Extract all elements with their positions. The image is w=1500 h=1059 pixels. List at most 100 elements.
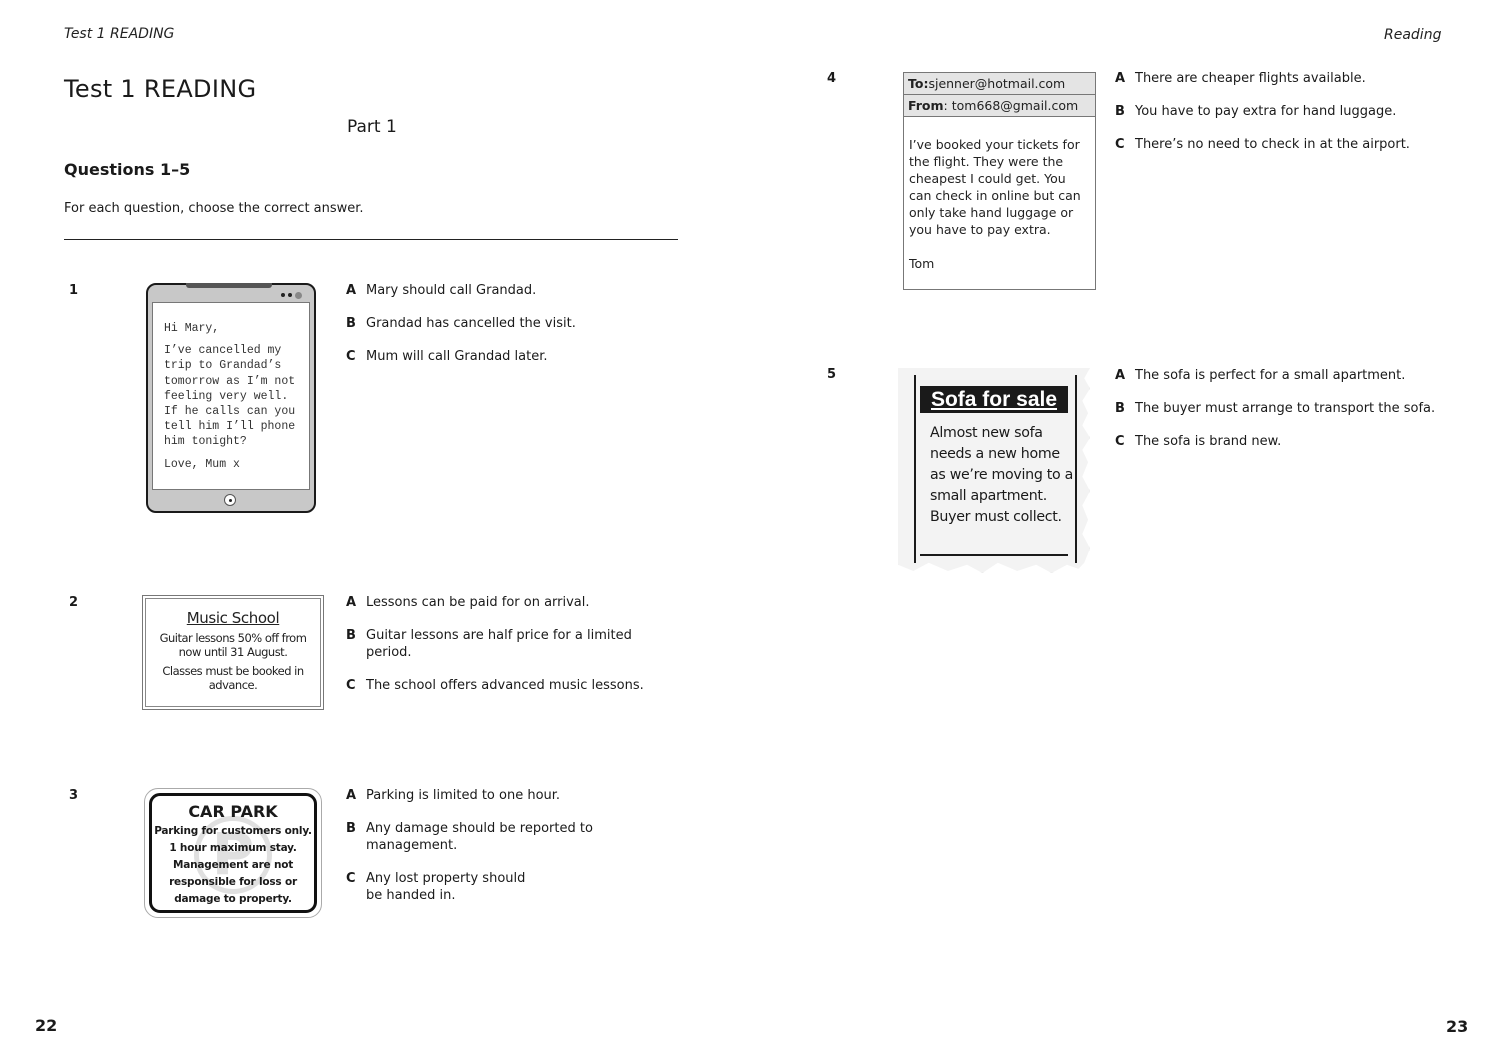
option-letter: A: [1115, 71, 1126, 86]
option-letter: A: [346, 283, 357, 298]
option-letter: C: [346, 349, 356, 364]
phone-screen: Hi Mary, I’ve cancelled my trip to Grand…: [152, 302, 310, 490]
email-from-address: : tom668@gmail.com: [943, 98, 1079, 113]
ad-border-left: [914, 375, 916, 563]
question-number-4: 4: [827, 71, 837, 86]
phone-dot-icon: [281, 293, 285, 297]
option-1c[interactable]: C Mum will call Grandad later.: [346, 348, 676, 365]
sign-line: responsible for loss or: [169, 876, 297, 888]
option-text: You have to pay extra for hand luggage.: [1135, 104, 1397, 119]
option-text: The sofa is perfect for a small apartmen…: [1135, 368, 1406, 383]
email-message: To:sjenner@hotmail.com From: tom668@gmai…: [903, 72, 1096, 290]
option-letter: B: [346, 821, 356, 836]
phone-speaker-icon: [186, 283, 272, 288]
option-text: There are cheaper flights available.: [1135, 71, 1366, 86]
running-head-right: Reading: [1384, 27, 1442, 43]
notice-title: Music School: [186, 609, 280, 627]
notice-line: Guitar lessons 50% off from now until 31…: [159, 631, 307, 659]
notice-line: Classes must be booked in advance.: [162, 664, 304, 692]
option-text: The sofa is brand new.: [1135, 434, 1282, 449]
page-title: Test 1 READING: [64, 75, 257, 103]
option-2c[interactable]: C The school offers advanced music lesson…: [346, 677, 676, 694]
option-2a[interactable]: A Lessons can be paid for on arrival.: [346, 594, 676, 611]
message-signoff: Love, Mum x: [164, 457, 240, 471]
option-2b[interactable]: B Guitar lessons are half price for a lim…: [346, 627, 676, 661]
option-5a[interactable]: A The sofa is perfect for a small apartme…: [1115, 367, 1455, 384]
page-number-left: 22: [35, 1016, 58, 1035]
option-letter: C: [1115, 137, 1125, 152]
sign-line: damage to property.: [174, 893, 292, 905]
notice-frame: Music School Guitar lessons 50% off from…: [145, 598, 321, 707]
option-letter: B: [1115, 401, 1125, 416]
option-text: There’s no need to check in at the airpo…: [1135, 137, 1410, 152]
email-to-row: To:sjenner@hotmail.com: [904, 73, 1095, 95]
option-text: Mary should call Grandad.: [366, 283, 537, 298]
phone-dot-icon: [288, 293, 292, 297]
sign-line: 1 hour maximum stay.: [169, 842, 297, 854]
option-text: The buyer must arrange to transport the …: [1135, 401, 1436, 416]
option-letter: C: [1115, 434, 1125, 449]
option-4c[interactable]: C There’s no need to check in at the airp…: [1115, 136, 1445, 153]
page-number-right: 23: [1446, 1017, 1469, 1036]
option-letter: B: [346, 628, 356, 643]
newspaper-ad: Sofa for sale Almost new sofa needs a ne…: [898, 368, 1090, 573]
sign-line: Management are not: [172, 859, 294, 871]
option-letter: B: [1115, 104, 1125, 119]
part-title: Part 1: [347, 117, 397, 137]
option-5b[interactable]: B The buyer must arrange to transport the…: [1115, 400, 1455, 417]
option-letter: A: [1115, 368, 1126, 383]
option-3a[interactable]: A Parking is limited to one hour.: [346, 787, 676, 804]
option-text: Any damage should be reported to managem…: [366, 821, 593, 853]
option-4b[interactable]: B You have to pay extra for hand luggage.: [1115, 103, 1445, 120]
option-3c[interactable]: C Any lost property should be handed in.: [346, 870, 676, 904]
option-text: Any lost property should be handed in.: [366, 871, 526, 903]
instructions: For each question, choose the correct an…: [64, 201, 364, 216]
option-letter: A: [346, 595, 357, 610]
ad-border-bottom: [920, 554, 1068, 556]
email-from-label: From: [908, 98, 944, 113]
option-1b[interactable]: B Grandad has cancelled the visit.: [346, 315, 676, 332]
ad-border-right: [1075, 375, 1077, 563]
question-number-5: 5: [827, 367, 837, 382]
option-text: Mum will call Grandad later.: [366, 349, 548, 364]
email-body-text: I’ve booked your tickets for the flight.…: [909, 137, 1081, 237]
options-q2: A Lessons can be paid for on arrival. B Gu…: [346, 594, 676, 710]
option-4a[interactable]: A There are cheaper flights available.: [1115, 70, 1445, 87]
options-q1: A Mary should call Grandad. B Grandad has …: [346, 282, 676, 381]
car-park-sign: P CAR PARK Parking for customers only. 1…: [144, 788, 322, 918]
running-head-left: Test 1 READING: [64, 26, 175, 42]
option-text: Grandad has cancelled the visit.: [366, 316, 576, 331]
email-to-address: sjenner@hotmail.com: [928, 76, 1066, 91]
option-letter: C: [346, 871, 356, 886]
option-text: Guitar lessons are half price for a limi…: [366, 628, 632, 660]
message-greeting: Hi Mary,: [164, 322, 220, 335]
music-school-notice: Music School Guitar lessons 50% off from…: [142, 595, 324, 710]
email-from-row: From: tom668@gmail.com: [904, 95, 1095, 117]
option-5c[interactable]: C The sofa is brand new.: [1115, 433, 1455, 450]
option-letter: B: [346, 316, 356, 331]
question-number-3: 3: [69, 788, 79, 803]
sign-line: Parking for customers only.: [154, 825, 312, 837]
option-letter: C: [346, 678, 356, 693]
message-body: I’ve cancelled my trip to Grandad’s tomo…: [164, 344, 296, 449]
divider: [64, 239, 678, 240]
question-number-2: 2: [69, 595, 79, 610]
phone-camera-icon: [295, 292, 302, 299]
email-body: I’ve booked your tickets for the flight.…: [904, 117, 1095, 272]
email-to-label: To:: [908, 76, 929, 91]
email-signature: Tom: [909, 256, 935, 271]
option-3b[interactable]: B Any damage should be reported to manage…: [346, 820, 676, 854]
questions-heading: Questions 1–5: [64, 160, 191, 179]
option-text: Lessons can be paid for on arrival.: [366, 595, 590, 610]
options-q4: A There are cheaper flights available. BY…: [1115, 70, 1445, 169]
question-number-1: 1: [69, 283, 79, 298]
sign-frame: P CAR PARK Parking for customers only. 1…: [149, 793, 317, 913]
options-q3: A Parking is limited to one hour. B Any da…: [346, 787, 676, 920]
option-text: The school offers advanced music lessons…: [366, 678, 644, 693]
ad-title: Sofa for sale: [920, 386, 1068, 413]
options-q5: A The sofa is perfect for a small apartme…: [1115, 367, 1455, 466]
option-1a[interactable]: A Mary should call Grandad.: [346, 282, 676, 299]
sign-title: CAR PARK: [188, 802, 278, 821]
phone-home-button-icon: [224, 494, 236, 506]
option-text: Parking is limited to one hour.: [366, 788, 561, 803]
